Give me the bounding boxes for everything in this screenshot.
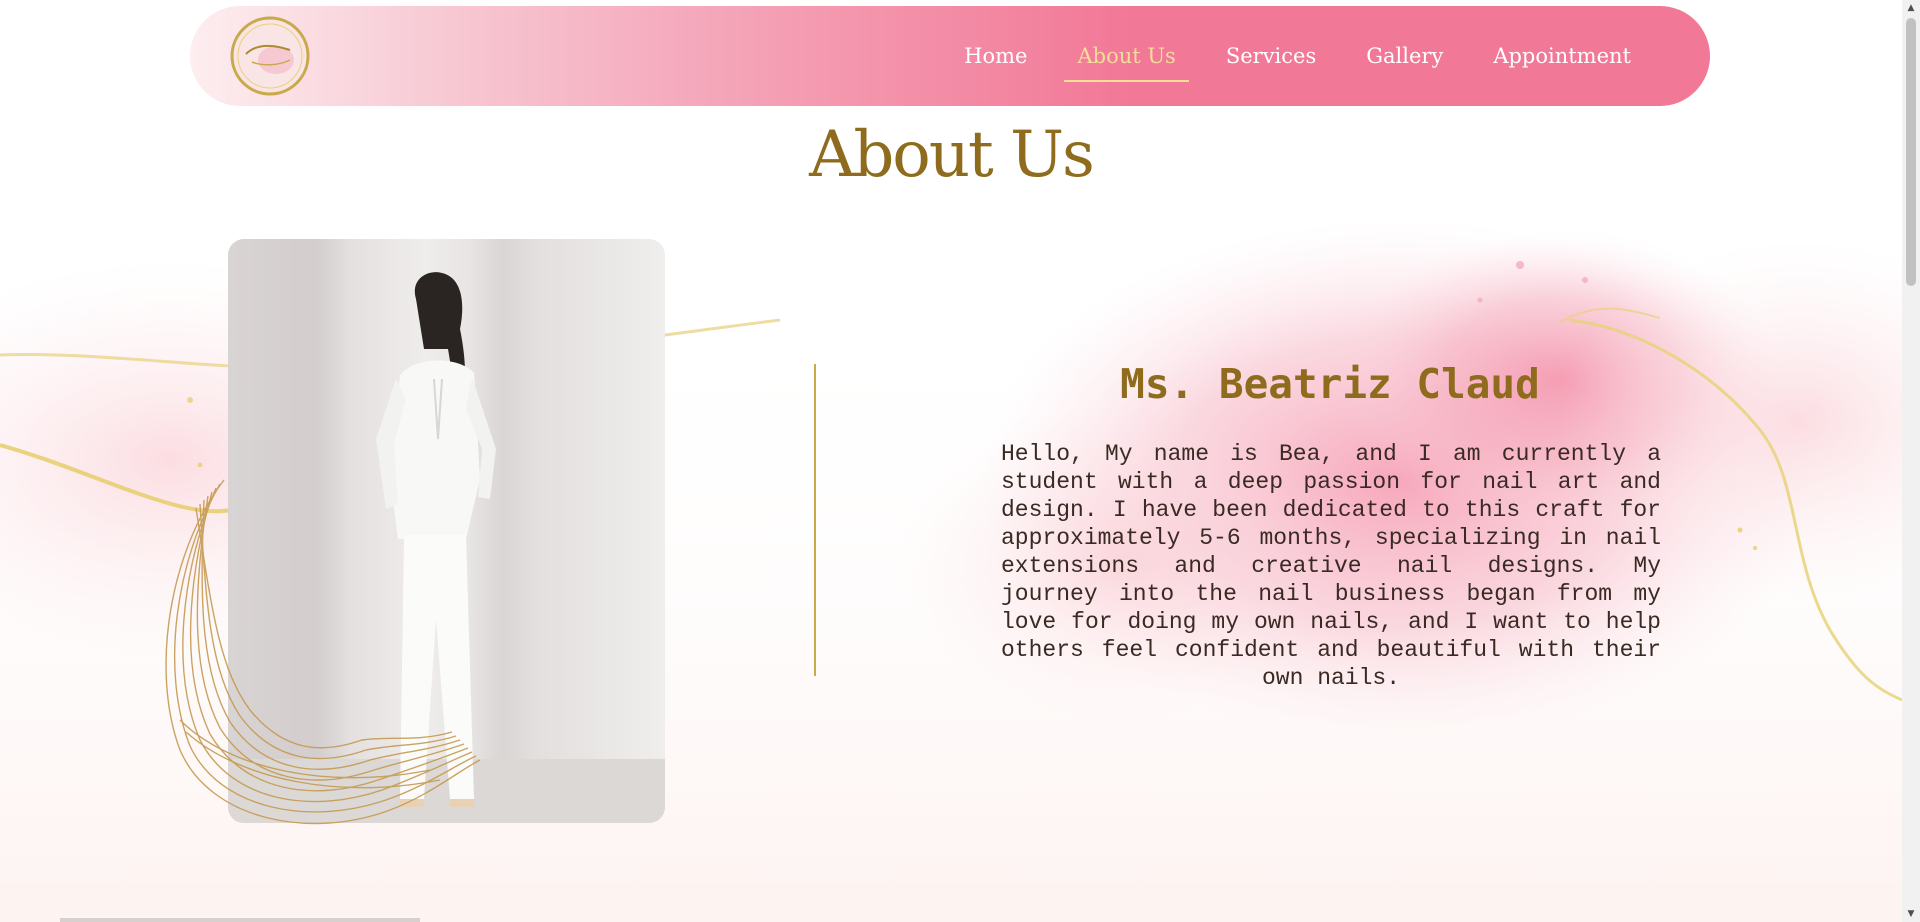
nav-gallery[interactable]: Gallery (1341, 44, 1468, 68)
nav-about-us[interactable]: About Us (1052, 44, 1200, 82)
claudy-logo-icon[interactable] (228, 14, 312, 98)
page-title: About Us (809, 118, 1095, 192)
scroll-down-arrow-icon[interactable]: ▼ (1902, 906, 1920, 922)
scroll-up-arrow-icon[interactable]: ▲ (1902, 0, 1920, 16)
nav-home[interactable]: Home (939, 44, 1052, 68)
page-scrollbar[interactable]: ▲ ▼ (1902, 0, 1920, 922)
nav-services[interactable]: Services (1201, 44, 1341, 68)
vertical-divider (814, 364, 816, 676)
profile-bio: Hello, My name is Bea, and I am currentl… (1001, 441, 1661, 691)
scrollbar-thumb[interactable] (1906, 18, 1916, 286)
bottom-edge-line (60, 918, 420, 922)
nav-menu: Home About Us Services Gallery Appointme… (939, 6, 1656, 106)
gold-line-art (165, 479, 481, 825)
nav-appointment[interactable]: Appointment (1468, 44, 1656, 68)
profile-name: Ms. Beatriz Claud (1120, 360, 1540, 408)
navbar: Home About Us Services Gallery Appointme… (190, 6, 1710, 106)
